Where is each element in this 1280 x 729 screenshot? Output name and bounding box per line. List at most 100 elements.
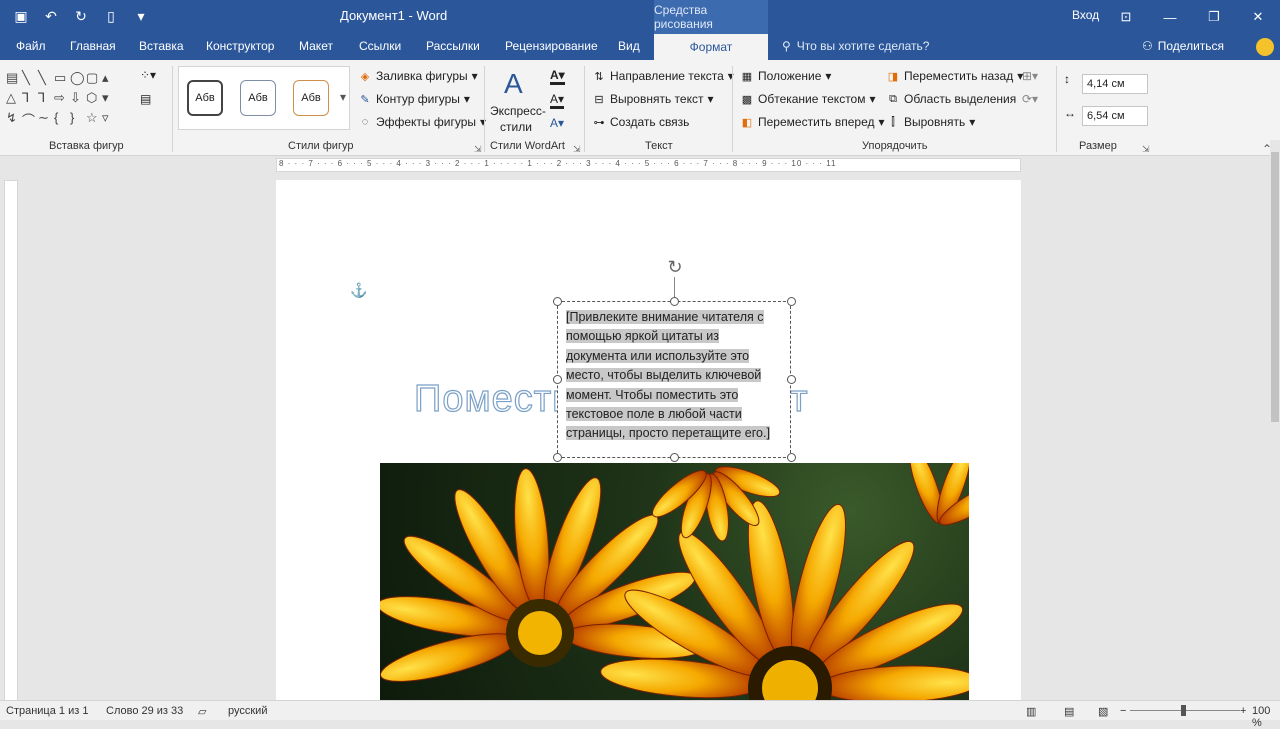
- tell-me-search[interactable]: ⚲ Что вы хотите сделать?: [782, 39, 929, 53]
- wordart-a-icon[interactable]: A: [504, 68, 523, 100]
- hexagon-shape-icon[interactable]: ⬡: [86, 90, 102, 106]
- customize-qat-icon[interactable]: ▾: [130, 5, 152, 27]
- scrollbar-thumb[interactable]: [1271, 152, 1279, 422]
- shape-width-field[interactable]: 6,54 см: [1082, 106, 1148, 126]
- shape-effects-button[interactable]: ◌Эффекты фигуры▾: [358, 115, 486, 129]
- undo-icon[interactable]: ↶: [40, 5, 62, 27]
- new-doc-icon[interactable]: ▯: [100, 5, 122, 27]
- dialog-launcher-icon[interactable]: ⇲: [1142, 144, 1150, 155]
- zoom-in-icon[interactable]: +: [1240, 705, 1246, 717]
- tab-references[interactable]: Ссылки: [359, 39, 401, 53]
- send-backward-button[interactable]: ◨ Переместить назад ▾: [886, 69, 1023, 83]
- tab-file[interactable]: Файл: [16, 39, 46, 53]
- curve-shape-icon[interactable]: ∼: [38, 110, 54, 129]
- sign-in-link[interactable]: Вход: [1072, 8, 1099, 22]
- tab-review[interactable]: Рецензирование: [505, 39, 598, 53]
- tab-home[interactable]: Главная: [70, 39, 116, 53]
- group-objects-icon[interactable]: ⊞▾: [1022, 69, 1038, 83]
- text-fill-icon[interactable]: A▾: [550, 68, 565, 85]
- page-count[interactable]: Страница 1 из 1: [6, 705, 88, 717]
- web-layout-icon[interactable]: ▧: [1098, 705, 1108, 718]
- text-outline-icon[interactable]: A▾: [550, 92, 565, 109]
- arrow-right-shape-icon[interactable]: ⇨: [54, 90, 70, 106]
- restore-icon[interactable]: ❐: [1192, 0, 1236, 34]
- tab-design[interactable]: Конструктор: [206, 39, 274, 53]
- brace-left-icon[interactable]: {: [54, 110, 70, 129]
- flower-photo[interactable]: [380, 463, 969, 700]
- shape-fill-button[interactable]: ◈ Заливка фигуры ▾: [358, 69, 478, 83]
- elbow-connector-icon[interactable]: Ꞁ: [38, 90, 54, 106]
- position-button[interactable]: ▦ Положение ▾: [740, 69, 832, 83]
- quick-styles-line2[interactable]: стили: [500, 120, 532, 134]
- read-mode-icon[interactable]: ▥: [1026, 705, 1036, 718]
- tab-view[interactable]: Вид: [618, 39, 640, 53]
- text-direction-button[interactable]: ⇅ Направление текста ▾: [592, 69, 733, 83]
- scroll-up-icon[interactable]: ▴: [102, 70, 118, 86]
- language-indicator[interactable]: русский: [228, 705, 267, 717]
- rotate-handle-icon[interactable]: ↻: [664, 257, 686, 279]
- elbow-connector-icon[interactable]: Ꞁ: [22, 90, 38, 106]
- word-count[interactable]: Слово 29 из 33: [106, 705, 183, 717]
- create-link-button[interactable]: ⊶ Создать связь: [592, 115, 690, 129]
- brace-right-icon[interactable]: }: [70, 110, 86, 129]
- dialog-launcher-icon[interactable]: ⇲: [474, 144, 482, 155]
- line-shape-icon[interactable]: ╲: [38, 70, 54, 86]
- shapes-gallery[interactable]: ▤ ╲ ╲ ▭ ◯ ▢ ▴ △ Ꞁ Ꞁ ⇨ ⇩ ⬡ ▾ ↯ ⌒ ∼ { } ☆ …: [6, 70, 134, 129]
- star-shape-icon[interactable]: ☆: [86, 110, 102, 129]
- zoom-slider-thumb[interactable]: [1181, 705, 1186, 716]
- arrow-down-shape-icon[interactable]: ⇩: [70, 90, 86, 106]
- resize-handle-top-left[interactable]: [553, 297, 562, 306]
- align-button[interactable]: ⫿ Выровнять ▾: [886, 115, 975, 129]
- selection-pane-button[interactable]: ⧉ Область выделения: [886, 92, 1016, 106]
- dialog-launcher-icon[interactable]: ⇲: [573, 144, 581, 155]
- redo-icon[interactable]: ↻: [70, 5, 92, 27]
- ribbon-display-options-icon[interactable]: ⊡: [1104, 0, 1148, 34]
- quick-styles-line1[interactable]: Экспресс-: [490, 104, 546, 118]
- triangle-shape-icon[interactable]: △: [6, 90, 22, 106]
- arc-shape-icon[interactable]: ⌒: [22, 110, 38, 129]
- gallery-expand-icon[interactable]: ▾: [340, 90, 346, 104]
- freeform-shape-icon[interactable]: ↯: [6, 110, 22, 129]
- line-shape-icon[interactable]: ╲: [22, 70, 38, 86]
- resize-handle-bottom-left[interactable]: [553, 453, 562, 462]
- textbox-shape-icon[interactable]: ▤: [6, 70, 22, 86]
- feedback-smiley-icon[interactable]: [1256, 38, 1274, 56]
- vertical-ruler[interactable]: [4, 180, 18, 720]
- scroll-down-icon[interactable]: ▾: [102, 90, 118, 106]
- tab-mailings[interactable]: Рассылки: [426, 39, 480, 53]
- zoom-level[interactable]: 100 %: [1252, 705, 1280, 729]
- resize-handle-top-right[interactable]: [787, 297, 796, 306]
- horizontal-ruler[interactable]: 8 · · · 7 · · · 6 · · · 5 · · · 4 · · · …: [276, 158, 1021, 172]
- share-button[interactable]: ⚇ Поделиться: [1142, 39, 1224, 53]
- proofing-icon[interactable]: ▱: [198, 705, 206, 718]
- align-text-button[interactable]: ⊟ Выровнять текст ▾: [592, 92, 713, 106]
- rectangle-shape-icon[interactable]: ▭: [54, 70, 70, 86]
- print-layout-icon[interactable]: ▤: [1064, 705, 1074, 718]
- bring-forward-button[interactable]: ◧ Переместить вперед ▾: [740, 115, 885, 129]
- edit-shape-icon[interactable]: ⁘▾: [140, 68, 156, 82]
- tab-layout[interactable]: Макет: [299, 39, 333, 53]
- resize-handle-left[interactable]: [553, 375, 562, 384]
- resize-handle-right[interactable]: [787, 375, 796, 384]
- textbox-text[interactable]: [Привлеките внимание читателя с помощью …: [566, 310, 770, 441]
- shape-height-field[interactable]: 4,14 см: [1082, 74, 1148, 94]
- minimize-icon[interactable]: —: [1148, 0, 1192, 34]
- shape-style-blue[interactable]: Абв: [240, 80, 276, 116]
- selected-textbox[interactable]: [Привлеките внимание читателя с помощью …: [557, 301, 791, 458]
- text-effects-icon[interactable]: A▾: [550, 116, 564, 130]
- zoom-out-icon[interactable]: −: [1120, 705, 1126, 717]
- save-icon[interactable]: ▣: [10, 5, 32, 27]
- shape-outline-button[interactable]: ✎ Контур фигуры ▾: [358, 92, 470, 106]
- resize-handle-bottom-right[interactable]: [787, 453, 796, 462]
- close-icon[interactable]: ✕: [1236, 0, 1280, 34]
- rotate-objects-icon[interactable]: ⟳▾: [1022, 92, 1038, 106]
- oval-shape-icon[interactable]: ◯: [70, 70, 86, 86]
- more-shapes-icon[interactable]: ▿: [102, 110, 118, 129]
- resize-handle-top[interactable]: [670, 297, 679, 306]
- wrap-text-button[interactable]: ▩ Обтекание текстом ▾: [740, 92, 876, 106]
- tab-insert[interactable]: Вставка: [139, 39, 184, 53]
- vertical-scrollbar[interactable]: [1270, 140, 1280, 700]
- draw-textbox-icon[interactable]: ▤: [140, 92, 151, 106]
- tab-format[interactable]: Формат: [654, 34, 768, 60]
- resize-handle-bottom[interactable]: [670, 453, 679, 462]
